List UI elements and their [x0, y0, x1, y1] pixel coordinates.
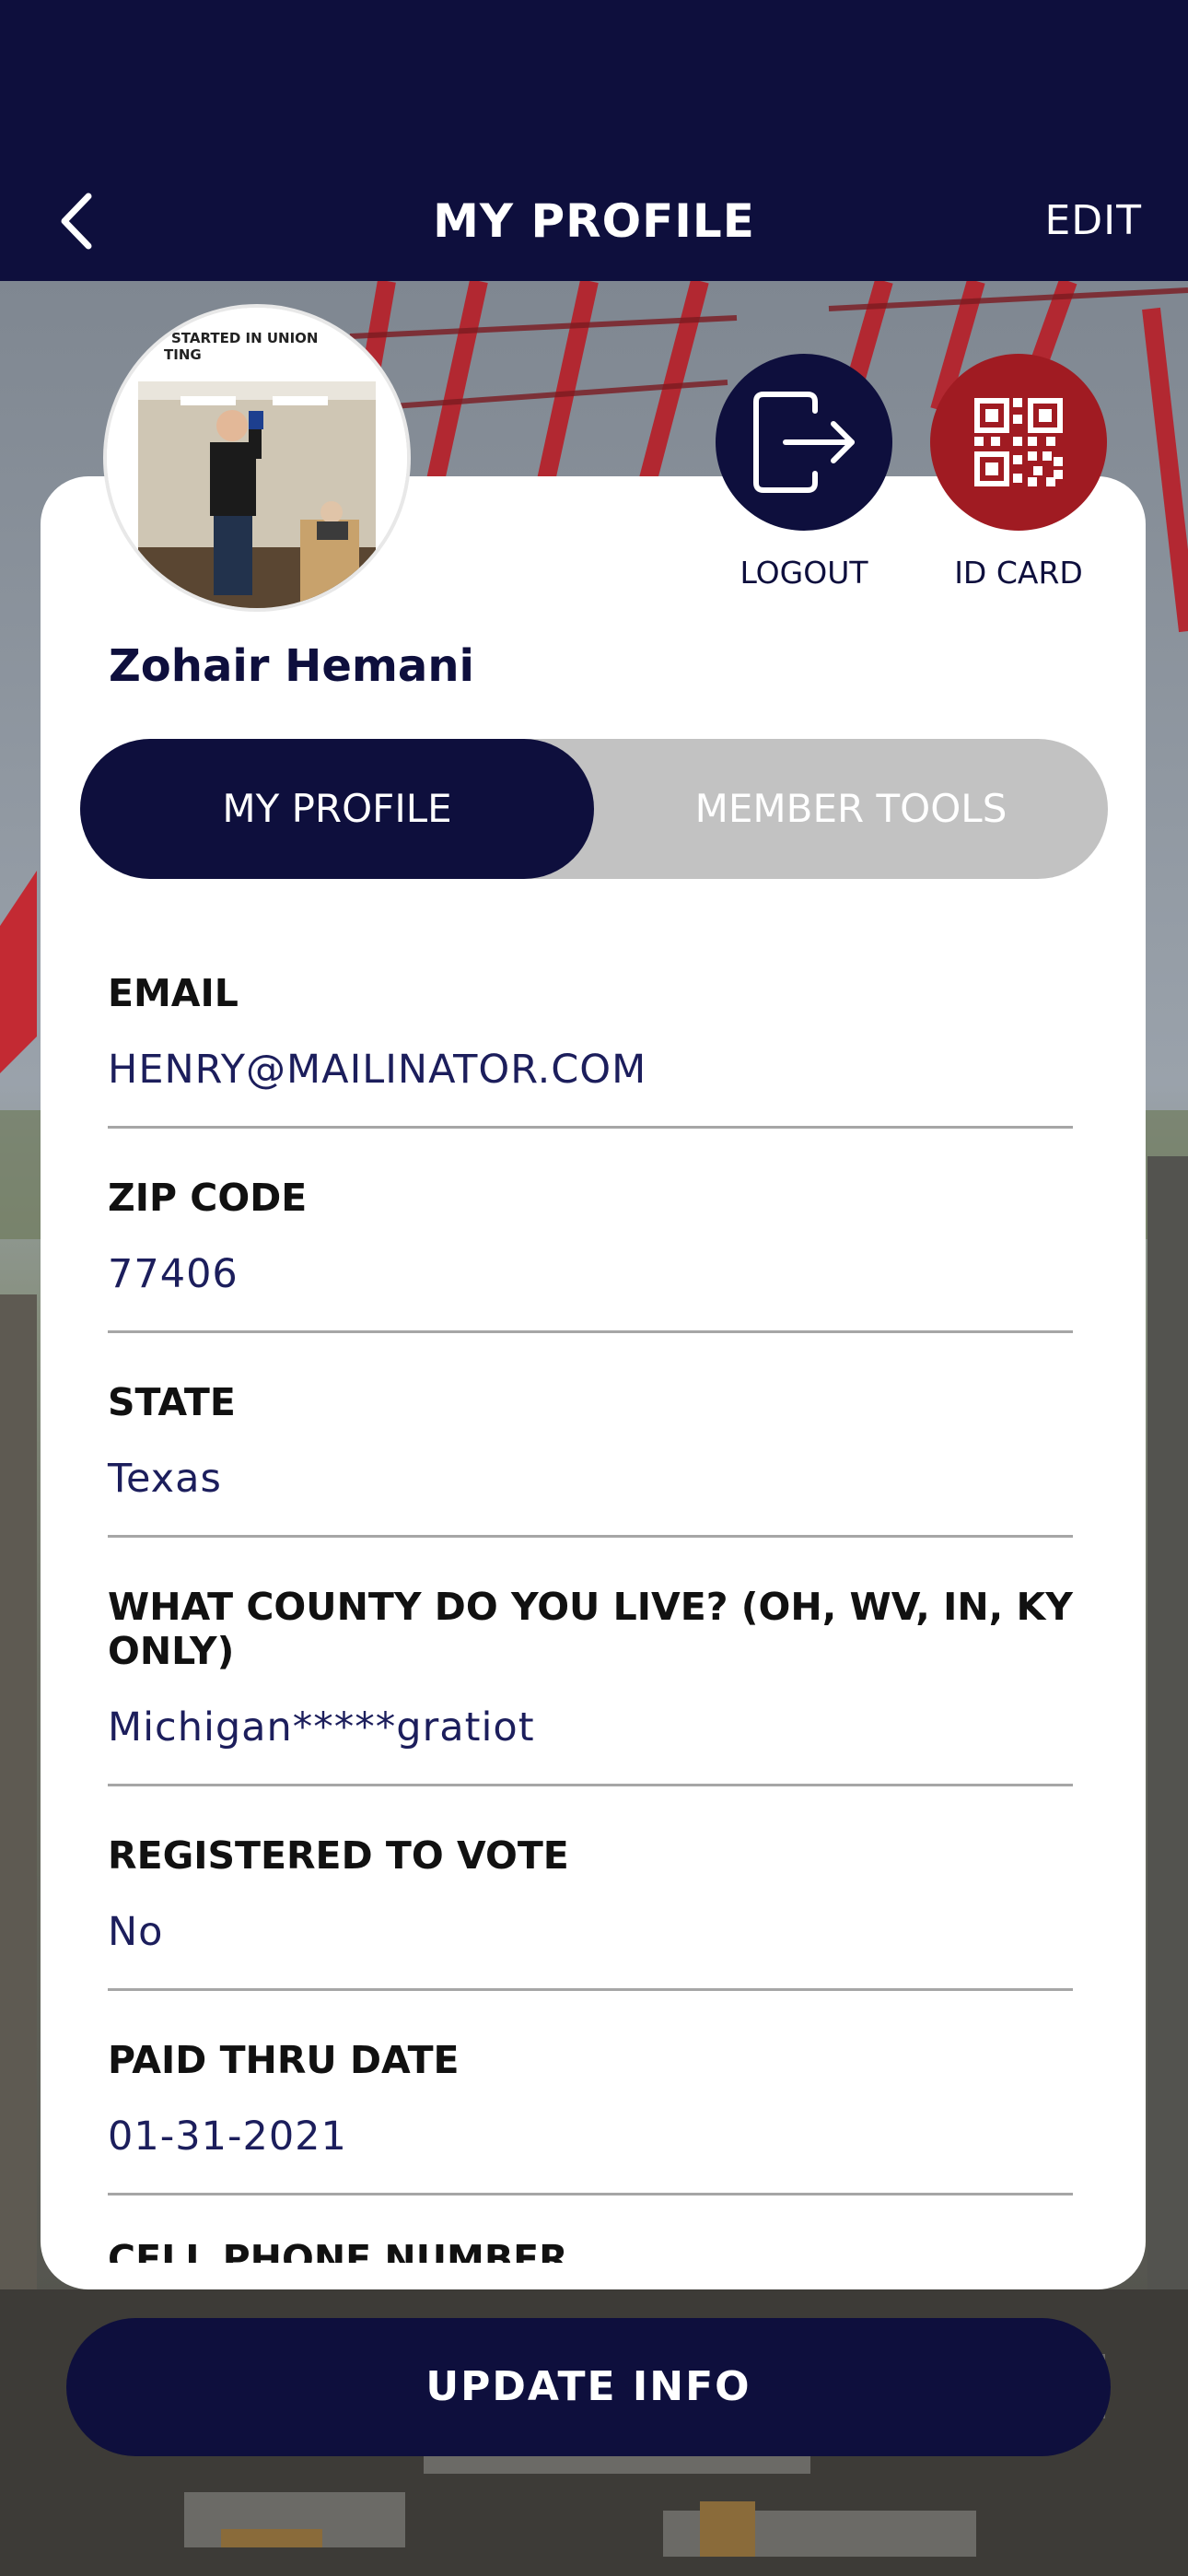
update-info-button[interactable]: UPDATE INFO	[66, 2318, 1111, 2456]
top-nav-bar: MY PROFILE EDIT	[0, 0, 1188, 281]
logout-label: LOGOUT	[740, 555, 868, 591]
photo-caption-line1: STARTED IN UNION	[171, 330, 319, 346]
field-state: STATE Texas	[108, 1369, 1073, 1538]
profile-tabs: MEMBER TOOLS MY PROFILE	[80, 739, 1108, 879]
field-value: Texas	[108, 1456, 222, 1502]
photo-caption-line2: TING	[164, 346, 202, 363]
user-name: Zohair Hemani	[109, 640, 474, 692]
logout-button[interactable]	[716, 354, 892, 531]
page-title: MY PROFILE	[433, 194, 755, 248]
field-label: EMAIL	[108, 971, 239, 1015]
field-email: EMAIL HENRY@MAILINATOR.COM	[108, 958, 1073, 1129]
field-paid-thru-date: PAID THRU DATE 01-31-2021	[108, 2027, 1073, 2195]
tab-member-tools[interactable]: MEMBER TOOLS	[594, 739, 1108, 879]
field-value: No	[108, 1909, 164, 1955]
id-card-label: ID CARD	[954, 555, 1083, 591]
edit-button[interactable]: EDIT	[1044, 195, 1142, 247]
tab-my-profile[interactable]: MY PROFILE	[80, 739, 594, 879]
field-value: HENRY@MAILINATOR.COM	[108, 1047, 647, 1093]
id-card-button[interactable]	[930, 354, 1107, 531]
field-label: CELL PHONE NUMBER	[108, 2237, 568, 2263]
logout-icon	[753, 392, 855, 493]
field-cell-phone-clip: CELL PHONE NUMBER	[41, 2211, 1146, 2263]
field-label: STATE	[108, 1380, 236, 1424]
field-value: 77406	[108, 1251, 239, 1297]
profile-photo: STARTED IN UNION TING	[107, 308, 407, 608]
field-zip-code: ZIP CODE 77406	[108, 1165, 1073, 1333]
field-registered-to-vote: REGISTERED TO VOTE No	[108, 1822, 1073, 1991]
field-value: 01-31-2021	[108, 2113, 347, 2160]
field-label: PAID THRU DATE	[108, 2038, 460, 2082]
avatar[interactable]: STARTED IN UNION TING	[107, 308, 407, 608]
field-value: Michigan*****gratiot	[108, 1704, 535, 1751]
field-label: REGISTERED TO VOTE	[108, 1833, 569, 1878]
field-label: ZIP CODE	[108, 1176, 308, 1220]
field-label: WHAT COUNTY DO YOU LIVE? (OH, WV, IN, KY…	[108, 1585, 1073, 1673]
qr-code-icon	[974, 398, 1063, 486]
field-county: WHAT COUNTY DO YOU LIVE? (OH, WV, IN, KY…	[108, 1574, 1073, 1786]
